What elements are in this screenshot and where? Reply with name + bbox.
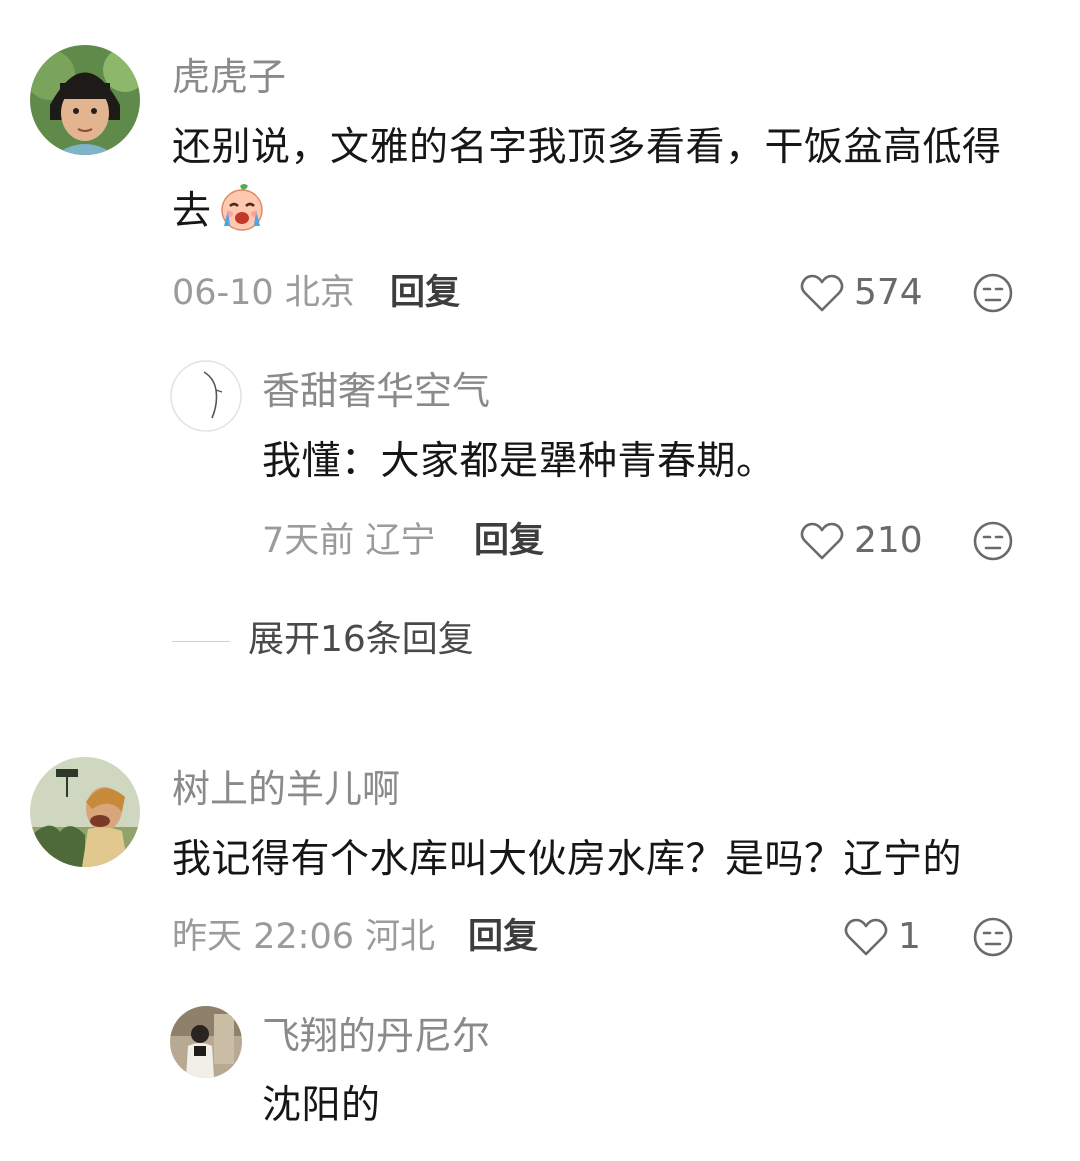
reply-username[interactable]: 香甜奢华空气: [262, 372, 490, 410]
reply-text: 我懂：大家都是犟种青春期。: [262, 439, 776, 484]
crying-laughing-emoji-icon: [216, 182, 268, 234]
heart-outline-icon: [800, 522, 844, 560]
like-count: 210: [854, 520, 923, 561]
reply-avatar[interactable]: [170, 360, 242, 432]
reply-button[interactable]: 回复: [474, 524, 544, 559]
reply-avatar[interactable]: [170, 1006, 242, 1078]
reply-text: 沈阳的: [262, 1083, 381, 1128]
avatar-image: [170, 1006, 242, 1078]
expand-replies-button[interactable]: 展开16条回复: [248, 622, 474, 658]
unamused-face-icon[interactable]: [972, 916, 1014, 958]
reply-meta: 7天前 辽宁: [262, 521, 436, 561]
reply-username[interactable]: 飞翔的丹尼尔: [262, 1017, 490, 1055]
like-button[interactable]: 210: [800, 519, 923, 563]
reply-button[interactable]: 回复: [468, 920, 538, 955]
comment-text: 还别说，文雅的名字我顶多看看，干饭盆高低得去: [172, 116, 1032, 244]
like-button[interactable]: 574: [800, 271, 923, 315]
unamused-face-icon[interactable]: [972, 272, 1014, 314]
comment-meta: 昨天 22:06 河北: [172, 917, 436, 957]
comment-username[interactable]: 虎虎子: [172, 58, 286, 96]
comment-meta: 06-10 北京: [172, 273, 355, 313]
like-button[interactable]: 1: [844, 915, 921, 959]
heart-outline-icon: [844, 918, 888, 956]
heart-outline-icon: [800, 274, 844, 312]
like-count: 574: [854, 272, 923, 313]
avatar-image: [170, 360, 242, 432]
comment-text: 我记得有个水库叫大伙房水库？是吗？辽宁的: [172, 837, 963, 882]
comment-username[interactable]: 树上的羊儿啊: [172, 770, 400, 808]
unamused-face-icon[interactable]: [972, 520, 1014, 562]
like-count: 1: [898, 916, 921, 957]
reply-button[interactable]: 回复: [390, 276, 460, 311]
expand-divider: [172, 641, 230, 642]
avatar[interactable]: [30, 45, 140, 155]
avatar[interactable]: [30, 757, 140, 867]
avatar-image: [30, 757, 140, 867]
avatar-image: [30, 45, 140, 155]
comment-text-body: 还别说，文雅的名字我顶多看看，干饭盆高低得去: [172, 125, 1002, 234]
